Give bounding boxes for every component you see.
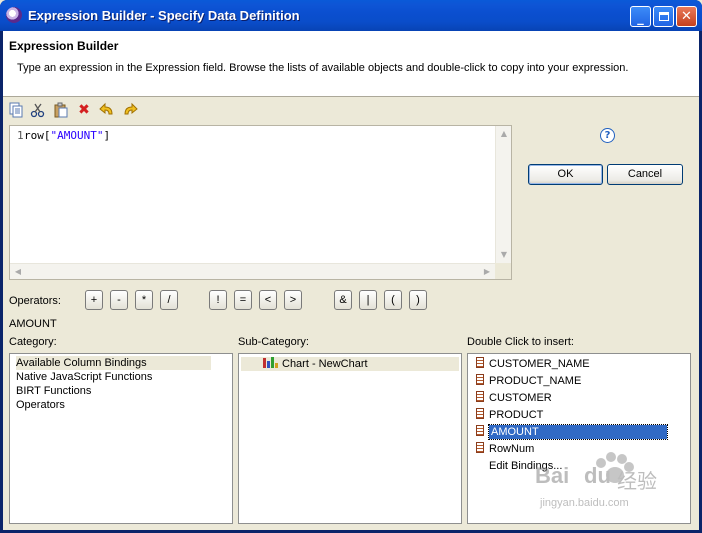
operator-and-button[interactable]: & — [334, 290, 352, 310]
operator-greater-than-button[interactable]: > — [284, 290, 302, 310]
category-label: Category: — [9, 336, 57, 348]
scroll-corner — [495, 263, 511, 279]
paste-icon[interactable] — [53, 102, 69, 118]
column-binding-item[interactable]: CUSTOMER — [476, 391, 552, 405]
horizontal-scrollbar[interactable]: ◀ ▶ — [10, 263, 495, 279]
scroll-down-icon[interactable]: ▼ — [496, 247, 512, 263]
operator-multiply-button[interactable]: * — [135, 290, 153, 310]
expression-text[interactable]: row["AMOUNT"] — [24, 129, 110, 142]
column-icon — [476, 442, 484, 453]
expression-editor[interactable]: 1 row["AMOUNT"] ▲ ▼ ◀ ▶ — [9, 125, 512, 280]
category-item[interactable]: Operators — [16, 398, 65, 412]
header-panel: Expression Builder Type an expression in… — [3, 31, 699, 97]
column-binding-item[interactable]: PRODUCT_NAME — [476, 374, 581, 388]
category-item[interactable]: Native JavaScript Functions — [16, 370, 152, 384]
vertical-scrollbar[interactable]: ▲ ▼ — [495, 126, 511, 263]
operator-close-paren-button[interactable]: ) — [409, 290, 427, 310]
operator-equals-button[interactable]: = — [234, 290, 252, 310]
operator-not-button[interactable]: ! — [209, 290, 227, 310]
operator-minus-button[interactable]: - — [110, 290, 128, 310]
column-binding-item[interactable]: PRODUCT — [476, 408, 543, 422]
close-icon: ✕ — [681, 9, 692, 24]
baidu-watermark: Bai du 经验 jingyan.baidu.com — [535, 425, 670, 515]
undo-icon[interactable] — [99, 102, 115, 118]
subcategory-list[interactable]: Chart - NewChart — [238, 353, 462, 524]
minimize-icon: _ — [637, 11, 644, 26]
maximize-button[interactable] — [653, 6, 674, 27]
ok-button[interactable]: OK — [528, 164, 603, 185]
line-number: 1 — [17, 129, 24, 142]
window-title: Expression Builder - Specify Data Defini… — [28, 8, 300, 23]
close-button[interactable]: ✕ — [676, 6, 697, 27]
subcategory-label: Sub-Category: — [238, 336, 309, 348]
category-list[interactable]: Available Column Bindings Native JavaScr… — [9, 353, 233, 524]
column-icon — [476, 374, 484, 385]
category-item[interactable]: BIRT Functions — [16, 384, 91, 398]
operator-plus-button[interactable]: + — [85, 290, 103, 310]
column-icon — [476, 357, 484, 368]
bar-chart-icon — [263, 357, 278, 368]
delete-icon[interactable]: ✖ — [76, 102, 92, 118]
column-icon — [476, 425, 484, 436]
column-binding-item[interactable]: CUSTOMER_NAME — [476, 357, 590, 371]
subcategory-item[interactable]: Chart - NewChart — [241, 357, 459, 371]
maximize-icon — [654, 7, 673, 26]
minimize-button[interactable]: _ — [630, 6, 651, 27]
cancel-button[interactable]: Cancel — [607, 164, 683, 185]
help-icon[interactable]: ? — [600, 128, 615, 143]
operator-or-button[interactable]: | — [359, 290, 377, 310]
header-description: Type an expression in the Expression fie… — [17, 62, 629, 74]
operators-label: Operators: — [9, 295, 61, 307]
operator-open-paren-button[interactable]: ( — [384, 290, 402, 310]
column-icon — [476, 408, 484, 419]
selected-value-label: AMOUNT — [9, 318, 57, 330]
scroll-up-icon[interactable]: ▲ — [496, 126, 512, 142]
scroll-right-icon[interactable]: ▶ — [479, 264, 495, 280]
cut-icon[interactable] — [30, 102, 46, 118]
header-title: Expression Builder — [9, 39, 119, 53]
title-bar[interactable]: Expression Builder - Specify Data Defini… — [0, 0, 702, 31]
column-binding-item[interactable]: RowNum — [476, 442, 534, 456]
operator-less-than-button[interactable]: < — [259, 290, 277, 310]
operator-divide-button[interactable]: / — [160, 290, 178, 310]
redo-icon[interactable] — [122, 102, 138, 118]
copy-icon[interactable] — [8, 102, 24, 118]
eclipse-app-icon — [6, 7, 22, 23]
insert-label: Double Click to insert: — [467, 336, 574, 348]
category-item[interactable]: Available Column Bindings — [16, 356, 211, 370]
column-icon — [476, 391, 484, 402]
scroll-left-icon[interactable]: ◀ — [10, 264, 26, 280]
